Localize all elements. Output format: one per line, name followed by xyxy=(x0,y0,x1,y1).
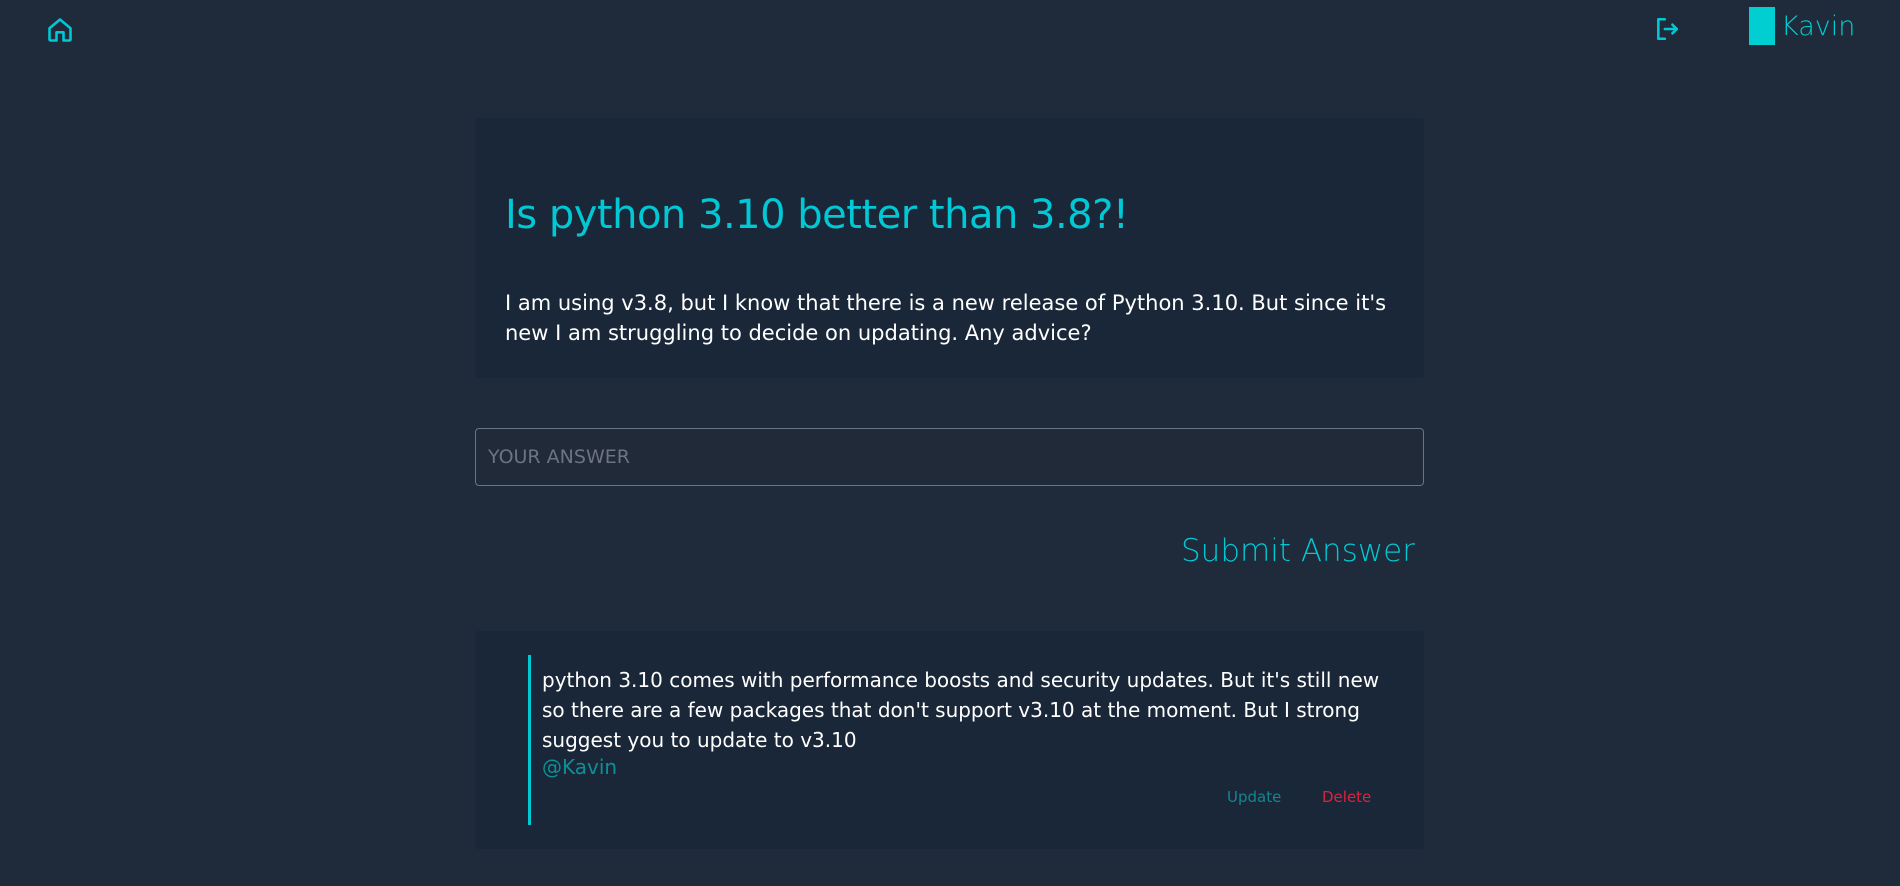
answer-accent-bar xyxy=(528,655,531,825)
delete-answer-button[interactable]: Delete xyxy=(1322,788,1371,806)
avatar xyxy=(1749,7,1775,45)
question-body: I am using v3.8, but I know that there i… xyxy=(505,291,1387,345)
submit-answer-button[interactable]: Submit Answer xyxy=(1180,528,1415,574)
answer-author: @Kavin xyxy=(542,755,618,779)
user-menu[interactable]: Kavin xyxy=(1749,7,1855,45)
answer-text: python 3.10 comes with performance boost… xyxy=(542,668,1380,752)
answer-card: python 3.10 comes with performance boost… xyxy=(475,631,1424,849)
username: Kavin xyxy=(1781,10,1856,42)
answer-input[interactable] xyxy=(475,428,1424,486)
logout-icon[interactable] xyxy=(1654,16,1680,42)
home-icon[interactable] xyxy=(46,16,74,44)
top-navbar: Kavin xyxy=(0,0,1900,60)
update-answer-button[interactable]: Update xyxy=(1227,788,1281,806)
question-title: Is python 3.10 better than 3.8?! xyxy=(505,192,1129,238)
question-card: Is python 3.10 better than 3.8?! I am us… xyxy=(475,118,1424,378)
